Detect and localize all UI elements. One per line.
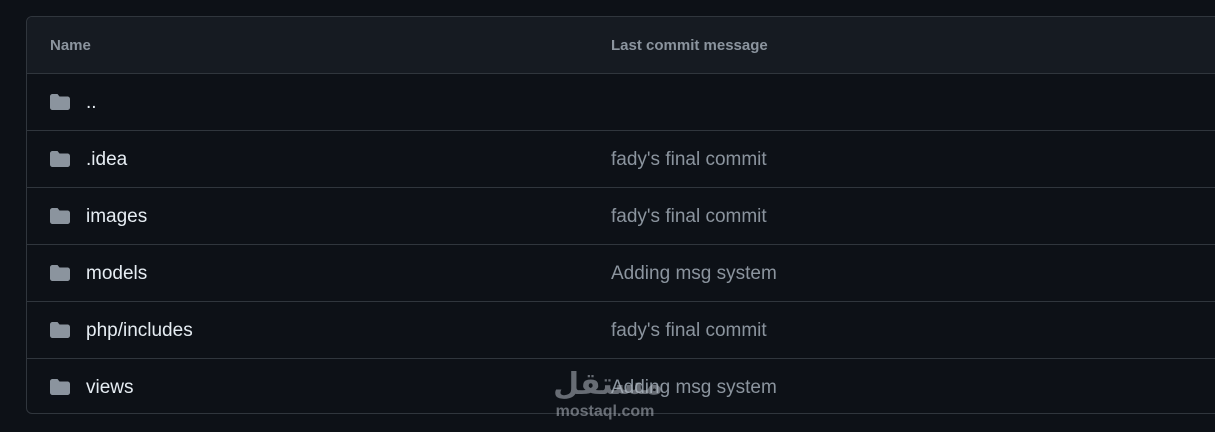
folder-icon [50,379,70,395]
file-name-link[interactable]: .. [86,74,97,131]
file-name-link[interactable]: models [86,245,147,302]
table-row[interactable]: php/includes fady's final commit [27,302,1215,359]
table-row[interactable]: images fady's final commit [27,188,1215,245]
commit-message-link[interactable]: Adding msg system [611,359,777,413]
table-row-parent-directory[interactable]: .. [27,74,1215,131]
table-row[interactable]: views Adding msg system [27,359,1215,413]
commit-message-link[interactable]: fady's final commit [611,131,767,188]
commit-message-link[interactable]: fady's final commit [611,302,767,359]
folder-icon [50,151,70,167]
file-name-link[interactable]: images [86,188,147,245]
commit-message-link[interactable]: Adding msg system [611,245,777,302]
file-name-link[interactable]: views [86,359,134,413]
folder-icon [50,94,70,110]
commit-message-link[interactable]: fady's final commit [611,188,767,245]
name-column-header: Name [50,37,91,54]
table-row[interactable]: .idea fady's final commit [27,131,1215,188]
table-row[interactable]: models Adding msg system [27,245,1215,302]
table-header: Name Last commit message [27,17,1215,74]
file-name-link[interactable]: .idea [86,131,127,188]
file-name-link[interactable]: php/includes [86,302,193,359]
folder-icon [50,322,70,338]
folder-icon [50,265,70,281]
folder-icon [50,208,70,224]
last-commit-message-column-header: Last commit message [611,37,768,54]
file-table: Name Last commit message .. .idea fady's… [26,16,1215,414]
